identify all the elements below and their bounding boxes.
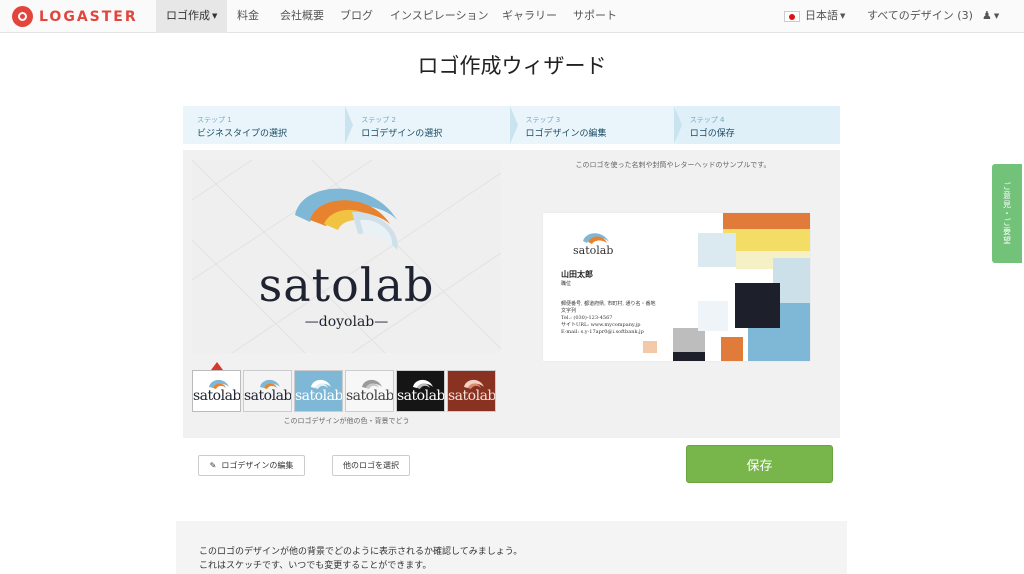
top-navbar: LOGASTER ロゴ作成 ▼ 料金 会社概要 ブログ インスピレーション ギャラ… bbox=[0, 0, 1024, 33]
variant-label: satolab bbox=[244, 388, 292, 404]
japan-flag-icon bbox=[784, 10, 800, 22]
choose-other-logo-button[interactable]: 他のロゴを選択 bbox=[332, 455, 410, 476]
nav-create-logo-label: ロゴ作成 bbox=[166, 9, 210, 22]
language-selector[interactable]: 日本語 ▼ bbox=[784, 0, 845, 33]
step-label: ロゴデザインの編集 bbox=[525, 129, 607, 139]
variant-label: satolab bbox=[193, 388, 241, 404]
logo-name: satolab bbox=[258, 258, 435, 312]
chevron-down-icon: ▼ bbox=[840, 12, 846, 20]
variant-gray[interactable]: satolab bbox=[345, 370, 394, 412]
card-logo-name: satolab bbox=[573, 244, 614, 257]
chevron-down-icon: ▼ bbox=[993, 12, 1000, 20]
variant-light-gray[interactable]: satolab bbox=[243, 370, 292, 412]
nav-company[interactable]: 会社概要 bbox=[280, 0, 324, 33]
card-person-name: 山田太郎 bbox=[561, 269, 593, 279]
feedback-tab[interactable]: ご意見・ご要望 bbox=[992, 164, 1022, 263]
brand-name: LOGASTER bbox=[39, 8, 138, 25]
nav-blog[interactable]: ブログ bbox=[340, 0, 373, 33]
page-title: ロゴ作成ウィザード bbox=[417, 54, 607, 78]
variant-label: satolab bbox=[448, 388, 496, 404]
my-designs-link[interactable]: すべてのデザイン (3) bbox=[867, 0, 973, 33]
nav-support[interactable]: サポート bbox=[573, 0, 617, 33]
card-info-line: Tel.: (030)-123-4567 bbox=[561, 315, 613, 321]
user-icon: ♟ bbox=[982, 9, 992, 22]
edit-design-label: ロゴデザインの編集 bbox=[221, 461, 294, 470]
selected-variant-pointer bbox=[211, 362, 223, 370]
variants-caption: このロゴデザインが他の色・背景でどう bbox=[283, 417, 410, 425]
variant-label: satolab bbox=[397, 388, 445, 404]
nav-gallery[interactable]: ギャラリー bbox=[502, 0, 557, 33]
step-number: ステップ 1 bbox=[197, 116, 232, 124]
variant-brown[interactable]: satolab bbox=[447, 370, 496, 412]
step-logo-design[interactable]: ステップ 2 ロゴデザインの選択 bbox=[347, 106, 518, 144]
sample-caption: このロゴを使った名刺や封筒やレターヘッドのサンプルです。 bbox=[575, 161, 771, 169]
wizard-steps: ステップ 1 ビジネスタイプの選択 ステップ 2 ロゴデザインの選択 ステップ … bbox=[183, 106, 840, 144]
variant-black[interactable]: satolab bbox=[396, 370, 445, 412]
card-contact-info: 郵便番号, 都道府県, 市町村, 通り名・番地 文字列 Tel.: (030)-… bbox=[561, 301, 681, 336]
business-card-sample: satolab 山田太郎 職位 郵便番号, 都道府県, 市町村, 通り名・番地 … bbox=[543, 213, 810, 361]
card-person-role: 職位 bbox=[561, 281, 572, 287]
card-pattern bbox=[583, 213, 810, 361]
save-button[interactable]: 保存 bbox=[686, 445, 833, 483]
pencil-icon: ✎ bbox=[209, 461, 217, 470]
info-line-1: このロゴのデザインが他の背景でどのように表示されるか確認してみましょう。 bbox=[199, 547, 523, 557]
logo-tagline: —doyolab— bbox=[304, 314, 389, 330]
step-business-type[interactable]: ステップ 1 ビジネスタイプの選択 bbox=[183, 106, 354, 144]
step-label: ロゴの保存 bbox=[689, 129, 735, 139]
variant-label: satolab bbox=[346, 388, 394, 404]
variant-white[interactable]: satolab bbox=[192, 370, 241, 412]
card-info-line: E-mail: s.y-17apr0@i.softbank.jp bbox=[561, 329, 644, 335]
edit-design-button[interactable]: ✎ ロゴデザインの編集 bbox=[198, 455, 305, 476]
language-label: 日本語 bbox=[805, 9, 838, 22]
step-number: ステップ 4 bbox=[689, 116, 725, 124]
step-label: ビジネスタイプの選択 bbox=[197, 129, 288, 139]
card-info-line: 文字列 bbox=[561, 308, 577, 314]
nav-pricing[interactable]: 料金 bbox=[237, 0, 259, 33]
step-label: ロゴデザインの選択 bbox=[361, 129, 443, 139]
step-number: ステップ 2 bbox=[361, 116, 396, 124]
step-save-logo[interactable]: ステップ 4 ロゴの保存 bbox=[676, 106, 840, 144]
info-box: このロゴのデザインが他の背景でどのように表示されるか確認してみましょう。 これは… bbox=[176, 521, 847, 574]
brand-mark-icon bbox=[12, 6, 33, 27]
card-info-line: 郵便番号, 都道府県, 市町村, 通り名・番地 bbox=[561, 301, 656, 307]
chevron-down-icon: ▼ bbox=[212, 12, 218, 20]
info-line-2: これはスケッチです、いつでも変更することができます。 bbox=[199, 561, 432, 571]
nav-inspiration[interactable]: インスピレーション bbox=[390, 0, 489, 33]
nav-create-logo[interactable]: ロゴ作成 ▼ bbox=[156, 0, 228, 33]
step-number: ステップ 3 bbox=[525, 116, 561, 124]
step-edit-design[interactable]: ステップ 3 ロゴデザインの編集 bbox=[511, 106, 683, 144]
card-emblem-icon bbox=[583, 233, 609, 244]
variant-label: satolab bbox=[295, 388, 343, 404]
variant-blue[interactable]: satolab bbox=[294, 370, 343, 412]
user-menu[interactable]: ♟ ▼ bbox=[982, 0, 999, 33]
brand-logo[interactable]: LOGASTER bbox=[12, 6, 138, 27]
card-info-line: サイトURL: www.mycompany.jp bbox=[561, 322, 641, 328]
color-variants: satolab satolab satolab satolab satolab … bbox=[192, 370, 501, 412]
